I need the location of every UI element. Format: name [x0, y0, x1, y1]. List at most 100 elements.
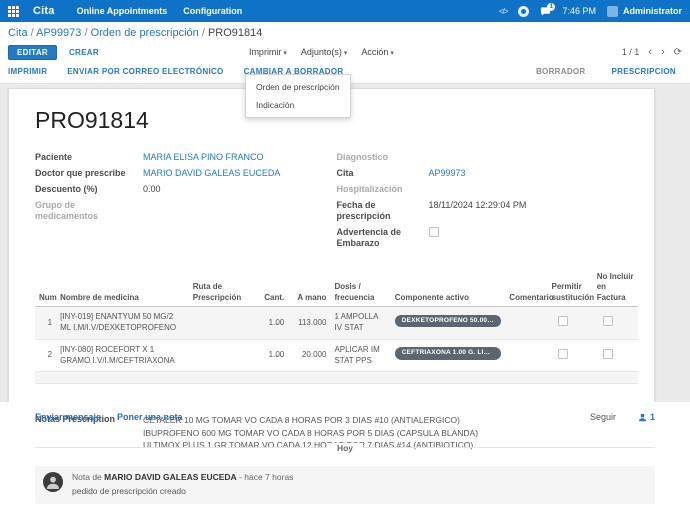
cell-dose: 1 AMPOLLA IV STAT	[330, 307, 390, 340]
print-action-button[interactable]: IMPRIMIR	[8, 67, 47, 76]
breadcrumb-current: PRO91814	[208, 27, 262, 39]
user-menu[interactable]: Administrator	[607, 6, 682, 17]
table-row-empty	[35, 372, 638, 384]
col-ruta-prescripcion[interactable]: Ruta de Prescripción	[189, 269, 255, 307]
pager-next-icon[interactable]: ›	[661, 47, 665, 58]
day-divider-label: Hoy	[327, 443, 363, 453]
followers-button[interactable]: 1	[638, 412, 655, 422]
label-paciente: Paciente	[35, 152, 143, 164]
pager: 1 / 1 ‹ › ⟳	[622, 47, 682, 58]
label-advertencia-embarazo: Advertencia de Embarazo	[337, 227, 429, 250]
cell-route	[189, 339, 255, 372]
message-body: pedido de prescripción creado	[72, 486, 293, 496]
messages-icon[interactable]: 1	[540, 6, 551, 17]
active-component-tag[interactable]: CEFTRIAXONA 1.00 G. LIDOCAINA ...	[395, 347, 502, 360]
cell-num: 2	[35, 339, 56, 372]
label-cita: Cita	[337, 168, 429, 180]
label-grupo-medicamentos: Grupo de medicamentos	[35, 200, 143, 223]
label-descuento: Descuento (%)	[35, 184, 143, 196]
send-message-button[interactable]: Enviar mensaje	[35, 412, 101, 422]
message-author[interactable]: MARIO DAVID GALEAS EUCEDA	[104, 472, 237, 482]
form-view: PRO91814 Paciente MARIA ELISA PINO FRANC…	[0, 84, 690, 402]
col-componente-activo[interactable]: Componente activo	[391, 269, 506, 307]
cell-num: 1	[35, 307, 56, 340]
log-note-button[interactable]: Poner una nota	[117, 412, 183, 422]
send-email-button[interactable]: ENVIAR POR CORREO ELECTRÓNICO	[67, 67, 223, 76]
breadcrumb: CitaAP99973Orden de prescripciónPRO91814	[0, 22, 690, 41]
medicine-lines-table: Num Nombre de medicina Ruta de Prescripc…	[35, 269, 638, 384]
table-row[interactable]: 1 [INY-019] ENANTYUM 50 MG/2 ML I.M/I.V/…	[35, 307, 638, 340]
cell-qty: 1.00	[255, 307, 288, 340]
follower-person-icon	[638, 413, 647, 422]
col-comentario[interactable]: Comentario	[505, 269, 547, 307]
message-prefix: Nota de	[72, 472, 102, 482]
breadcrumb-prescription-list[interactable]: Orden de prescripción	[91, 27, 208, 39]
messages-badge: 1	[547, 3, 555, 11]
user-avatar	[607, 6, 618, 17]
breadcrumb-app[interactable]: Cita	[8, 27, 36, 39]
person-icon	[46, 475, 60, 489]
field-descuento: 0.00	[143, 184, 161, 196]
print-dropdown-toggle[interactable]: Imprimir	[249, 47, 287, 57]
status-borrador[interactable]: BORRADOR	[536, 67, 586, 76]
create-button[interactable]: CREAR	[69, 48, 99, 57]
label-hospitalizacion: Hospitalización	[337, 184, 429, 196]
substitution-checkbox[interactable]	[558, 349, 568, 359]
table-row[interactable]: 2 [INY-080] ROCEFORT X 1 GRAMO I.V/I.M/C…	[35, 339, 638, 372]
statusbar: BORRADOR PRESCRIPCION	[536, 67, 682, 76]
cell-comment	[505, 307, 547, 340]
edit-button[interactable]: EDITAR	[8, 45, 57, 60]
col-cantidad[interactable]: Cant.	[255, 269, 288, 307]
print-dropdown-menu: Orden de prescripción Indicación	[245, 74, 351, 118]
top-menu: Online Appointments Configuration	[77, 6, 243, 16]
followers-count: 1	[650, 412, 655, 422]
exclude-invoice-checkbox[interactable]	[603, 316, 613, 326]
col-num[interactable]: Num	[35, 269, 56, 307]
col-permitir-sustitucion[interactable]: Permitir sustitución	[548, 269, 593, 307]
label-diagnostico: Diagnostico	[337, 152, 429, 164]
pager-previous-icon[interactable]: ‹	[648, 47, 652, 58]
clock-label: 7:46 PM	[562, 6, 596, 16]
label-doctor: Doctor que prescribe	[35, 168, 143, 180]
pregnancy-warning-checkbox[interactable]	[429, 227, 439, 237]
menu-online-appointments[interactable]: Online Appointments	[77, 6, 168, 16]
cell-medicine-name: [INY-080] ROCEFORT X 1 GRAMO I.V/I.M/CEF…	[56, 339, 189, 372]
pager-count: 1 / 1	[622, 47, 640, 57]
menu-configuration[interactable]: Configuration	[183, 6, 242, 16]
field-doctor[interactable]: MARIO DAVID GALEAS EUCEDA	[143, 168, 280, 180]
exclude-invoice-checkbox[interactable]	[603, 349, 613, 359]
cell-medicine-name: [INY-019] ENANTYUM 50 MG/2 ML I.M/I.V/DE…	[56, 307, 189, 340]
col-no-incluir-factura[interactable]: No Incluir en Factura	[593, 269, 638, 307]
col-nombre-medicina[interactable]: Nombre de medicina	[56, 269, 189, 307]
navbar: Cita Online Appointments Configuration <…	[0, 0, 690, 22]
substitution-checkbox[interactable]	[558, 316, 568, 326]
field-cita[interactable]: AP99973	[429, 168, 466, 180]
col-a-mano[interactable]: A mano	[288, 269, 330, 307]
menu-item-orden-de-prescripcion[interactable]: Orden de prescripción	[246, 78, 350, 96]
control-panel: CitaAP99973Orden de prescripciónPRO91814…	[0, 22, 690, 84]
status-prescripcion[interactable]: PRESCRIPCION	[612, 67, 677, 76]
message-avatar	[43, 472, 63, 492]
user-name: Administrator	[623, 6, 682, 16]
label-fecha-prescripcion: Fecha de prescripción	[337, 200, 429, 223]
message-time: - hace 7 horas	[239, 472, 293, 482]
note-line: CETALER 10 MG TOMAR VO CADA 8 HORAS POR …	[143, 414, 478, 426]
activity-icon[interactable]	[518, 6, 529, 17]
app-window: Cita Online Appointments Configuration <…	[0, 0, 690, 532]
apps-menu-icon[interactable]	[8, 6, 19, 17]
menu-item-indicacion[interactable]: Indicación	[246, 96, 350, 114]
cell-comment	[505, 339, 547, 372]
app-name[interactable]: Cita	[33, 5, 55, 17]
cell-dose: APLICAR IM STAT PPS	[330, 339, 390, 372]
message-header: Nota de MARIO DAVID GALEAS EUCEDA - hace…	[72, 472, 293, 482]
developer-icon[interactable]: </>	[499, 7, 508, 16]
col-dosis-frecuencia[interactable]: Dosis / frecuencia	[330, 269, 390, 307]
breadcrumb-appointment[interactable]: AP99973	[36, 27, 90, 39]
field-fecha-prescripcion: 18/11/2024 12:29:04 PM	[429, 200, 527, 223]
attachments-dropdown-toggle[interactable]: Adjunto(s)	[301, 47, 348, 57]
follow-button[interactable]: Seguir	[590, 412, 616, 422]
refresh-icon[interactable]: ⟳	[674, 47, 682, 58]
field-paciente[interactable]: MARIA ELISA PINO FRANCO	[143, 152, 264, 164]
active-component-tag[interactable]: DEXKETOPROFENO 50.00 MG	[395, 315, 502, 328]
action-dropdown-toggle[interactable]: Acción	[361, 47, 393, 57]
